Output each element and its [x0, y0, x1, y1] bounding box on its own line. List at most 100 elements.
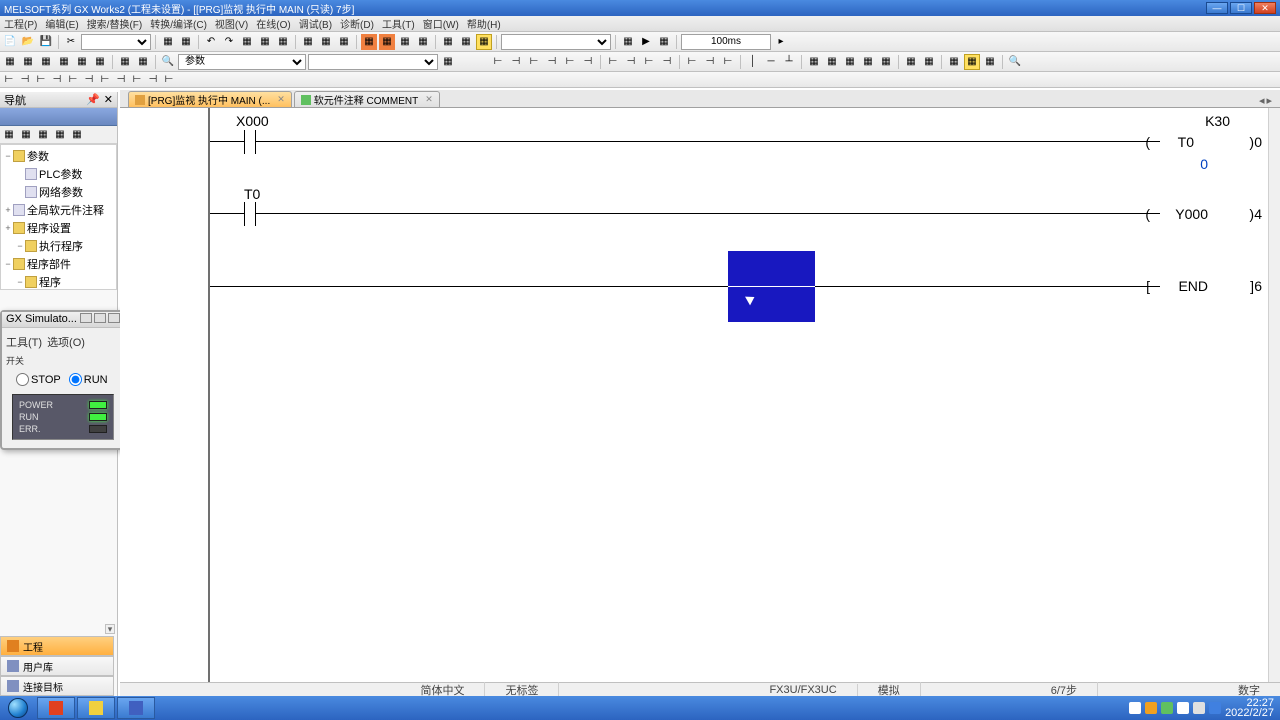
open-button[interactable]: 📂	[20, 34, 36, 50]
simulator-titlebar[interactable]: GX Simulato...	[2, 312, 124, 328]
simulator-window[interactable]: GX Simulato... 工具(T) 选项(O) 开关 STOP RUN P…	[0, 310, 126, 450]
t3-i[interactable]: ⊢	[130, 74, 144, 86]
tb-o[interactable]: ▦	[440, 34, 456, 50]
t2-ae[interactable]: ▦	[903, 54, 919, 70]
nav-tb-d[interactable]: ▦	[53, 128, 67, 142]
tree-item[interactable]: PLC参数	[3, 165, 114, 183]
menu-view[interactable]: 视图(V)	[215, 16, 248, 31]
zoom-icon[interactable]: 🔍	[1007, 54, 1023, 70]
sim-min-button[interactable]	[80, 313, 92, 323]
t2-y[interactable]: ┴	[781, 54, 797, 70]
combo-2[interactable]	[501, 34, 611, 50]
t2-d[interactable]: ▦	[56, 54, 72, 70]
tb-r[interactable]: ▦	[620, 34, 636, 50]
sim-stop-radio[interactable]: STOP	[16, 373, 61, 386]
sim-max-button[interactable]	[94, 313, 106, 323]
t2-r[interactable]: ⊢	[641, 54, 657, 70]
tray-icon-6[interactable]	[1209, 702, 1221, 714]
t2-e[interactable]: ▦	[74, 54, 90, 70]
t2-i[interactable]: ▦	[440, 54, 456, 70]
tab-close-icon[interactable]: ✕	[277, 94, 285, 105]
tb-u[interactable]: ▸	[773, 34, 789, 50]
pin-icon[interactable]: 📌	[86, 93, 100, 106]
t2-z[interactable]: ▦	[806, 54, 822, 70]
t2-s[interactable]: ⊣	[659, 54, 675, 70]
menu-debug[interactable]: 调试(B)	[299, 16, 332, 31]
t2-n[interactable]: ⊢	[562, 54, 578, 70]
new-button[interactable]: 📄	[2, 34, 18, 50]
menu-tools[interactable]: 工具(T)	[382, 16, 415, 31]
tb-c[interactable]: ↶	[203, 34, 219, 50]
combo-1[interactable]	[81, 34, 151, 50]
t3-h[interactable]: ⊣	[114, 74, 128, 86]
taskbar-item-2[interactable]	[77, 697, 115, 719]
t2-q[interactable]: ⊣	[623, 54, 639, 70]
t3-d[interactable]: ⊣	[50, 74, 64, 86]
tab-next-icon[interactable]: ▸	[1266, 94, 1272, 107]
tb-a[interactable]: ▦	[160, 34, 176, 50]
panel-handle[interactable]: ▾	[105, 624, 115, 634]
t3-e[interactable]: ⊢	[66, 74, 80, 86]
t2-ag[interactable]: ▦	[946, 54, 962, 70]
t2-u[interactable]: ⊣	[702, 54, 718, 70]
t2-h[interactable]: ▦	[135, 54, 151, 70]
sim-menu-options[interactable]: 选项(O)	[47, 337, 85, 349]
tb-i[interactable]: ▦	[318, 34, 334, 50]
coil-t0[interactable]: T0	[1178, 134, 1194, 150]
tb-f[interactable]: ▦	[257, 34, 273, 50]
menu-project[interactable]: 工程(P)	[4, 16, 37, 31]
find-icon[interactable]: 🔍	[160, 54, 176, 70]
contact-t0[interactable]	[240, 202, 260, 226]
tray-icon-2[interactable]	[1145, 702, 1157, 714]
time-input[interactable]	[681, 34, 771, 50]
menu-edit[interactable]: 编辑(E)	[45, 16, 78, 31]
close-button[interactable]: ✕	[1254, 2, 1276, 14]
ladder-canvas[interactable]: 0 X000 ( T0 K30 0 ) 4 T0 ( Y000 ) 6 [ EN…	[120, 108, 1268, 696]
tray-icon-3[interactable]	[1161, 702, 1173, 714]
nav-close-icon[interactable]: ✕	[104, 93, 113, 106]
menu-compile[interactable]: 转换/编译(C)	[150, 16, 207, 31]
tb-m[interactable]: ▦	[397, 34, 413, 50]
tb-e[interactable]: ▦	[239, 34, 255, 50]
document-tab[interactable]: [PRG]监视 执行中 MAIN (...✕	[128, 91, 292, 107]
sim-run-radio[interactable]: RUN	[69, 373, 108, 386]
left-tab[interactable]: 用户库	[0, 656, 114, 676]
contact-x000[interactable]	[240, 130, 260, 154]
t2-l[interactable]: ⊢	[526, 54, 542, 70]
t2-x[interactable]: ─	[763, 54, 779, 70]
t2-t[interactable]: ⊢	[684, 54, 700, 70]
taskbar-clock[interactable]: 22:27 2022/2/27	[1225, 698, 1274, 718]
t2-g[interactable]: ▦	[117, 54, 133, 70]
cut-button[interactable]: ✂	[63, 34, 79, 50]
t3-k[interactable]: ⊢	[162, 74, 176, 86]
t2-ab[interactable]: ▦	[842, 54, 858, 70]
maximize-button[interactable]: ☐	[1230, 2, 1252, 14]
tb-s[interactable]: ▶	[638, 34, 654, 50]
t2-a[interactable]: ▦	[2, 54, 18, 70]
tb-q[interactable]: ▦	[476, 34, 492, 50]
tray-icon-1[interactable]	[1129, 702, 1141, 714]
t3-g[interactable]: ⊢	[98, 74, 112, 86]
nav-tb-a[interactable]: ▦	[2, 128, 16, 142]
t2-p[interactable]: ⊢	[605, 54, 621, 70]
t2-af[interactable]: ▦	[921, 54, 937, 70]
t2-m[interactable]: ⊣	[544, 54, 560, 70]
left-tab[interactable]: 工程	[0, 636, 114, 656]
tree-item[interactable]: +全局软元件注释	[3, 201, 114, 219]
menu-search[interactable]: 搜索/替换(F)	[87, 16, 143, 31]
t3-a[interactable]: ⊢	[2, 74, 16, 86]
tb-l[interactable]: ▦	[379, 34, 395, 50]
t3-j[interactable]: ⊣	[146, 74, 160, 86]
project-tree[interactable]: −参数PLC参数网络参数+全局软元件注释+程序设置−执行程序−程序部件−程序MA…	[0, 144, 117, 290]
taskbar-item-1[interactable]	[37, 697, 75, 719]
tree-item[interactable]: −执行程序	[3, 237, 114, 255]
tree-item[interactable]: −程序	[3, 273, 114, 290]
tray-icon-4[interactable]	[1177, 702, 1189, 714]
start-button[interactable]	[0, 696, 36, 720]
tab-close-icon[interactable]: ✕	[425, 94, 433, 105]
vertical-scrollbar[interactable]	[1268, 108, 1280, 696]
sim-menu-tools[interactable]: 工具(T)	[6, 337, 42, 349]
t3-b[interactable]: ⊣	[18, 74, 32, 86]
tb-d[interactable]: ↷	[221, 34, 237, 50]
ladder-editor[interactable]: 0 X000 ( T0 K30 0 ) 4 T0 ( Y000 ) 6 [ EN…	[120, 108, 1280, 696]
